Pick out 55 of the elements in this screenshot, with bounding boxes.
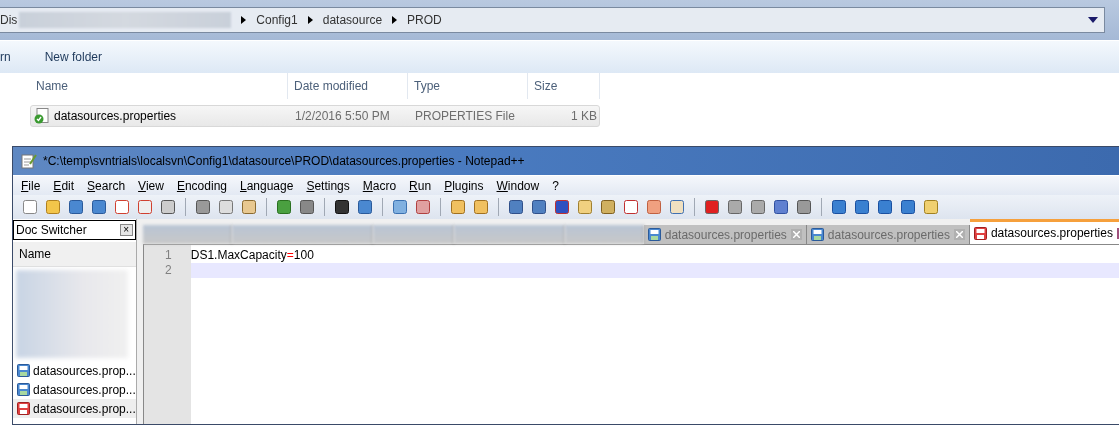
chevron-icon <box>241 16 247 24</box>
document-item[interactable]: datasources.prop... <box>13 399 136 418</box>
close-button[interactable]: × <box>119 224 133 236</box>
breadcrumb[interactable]: Config1 <box>256 13 298 27</box>
document-name: datasources.prop... <box>33 401 136 416</box>
line-number: 2 <box>143 263 191 278</box>
menu-item[interactable]: Language <box>240 178 294 193</box>
column-header[interactable]: Size <box>528 73 600 99</box>
menu-item[interactable]: File <box>21 178 41 193</box>
tab-label: datasources.properties <box>990 226 1113 240</box>
file-type: PROPERTIES File <box>414 109 516 123</box>
address-bar[interactable]: Dis Config1 datasource PROD <box>0 7 1105 33</box>
column-header[interactable]: Date modified <box>288 73 408 99</box>
menu-item[interactable]: Encoding <box>176 178 227 193</box>
menu-item[interactable]: Macro <box>362 178 397 193</box>
document-name: datasources.prop... <box>33 363 136 378</box>
breadcrumb[interactable]: PROD <box>407 13 442 27</box>
breadcrumb[interactable]: datasource <box>322 13 383 27</box>
breadcrumb[interactable]: Dis <box>0 13 18 27</box>
line-number-gutter <box>143 245 191 248</box>
file-row[interactable]: datasources.properties 1/2/2016 5:50 PM PROPERTIES File 1 KB <box>30 105 600 127</box>
tab-label: datasources.properties <box>827 227 950 242</box>
file-name: datasources.properties <box>54 109 177 123</box>
tab-label: datasources.properties <box>664 227 787 242</box>
menu-item[interactable]: ? <box>552 178 559 193</box>
column-header[interactable]: Type <box>408 73 528 99</box>
floppy-icon <box>17 383 30 396</box>
file-check-icon <box>34 108 49 124</box>
menu-item[interactable]: Edit <box>53 178 75 193</box>
notepad-icon <box>21 153 37 169</box>
floppy-icon <box>647 228 661 241</box>
panel-title: Doc Switcher <box>16 223 87 237</box>
document-name: datasources.prop... <box>33 382 136 397</box>
chevron-icon <box>307 16 313 24</box>
menu-item[interactable]: Settings <box>306 178 350 193</box>
line-number: 1 <box>143 248 191 263</box>
floppy-icon <box>17 402 30 415</box>
menu-item[interactable]: Run <box>409 178 432 193</box>
menu-item[interactable]: View <box>138 178 164 193</box>
column-header[interactable]: Name <box>30 73 288 99</box>
floppy-icon <box>973 226 987 240</box>
file-date: 1/2/2016 5:50 PM <box>294 109 391 123</box>
menu-item[interactable]: Window <box>496 178 540 193</box>
chevron-icon <box>392 16 398 24</box>
column-header[interactable]: Name <box>13 242 136 267</box>
floppy-icon <box>810 228 824 241</box>
menu-item[interactable]: Search <box>87 178 126 193</box>
document-tab[interactable]: datasources.properties <box>969 219 1119 244</box>
dropdown-caret-icon[interactable] <box>1088 17 1098 23</box>
menu-item[interactable]: Plugins <box>444 178 484 193</box>
window-title: *C:\temp\svntrials\localsvn\Config1\datasource\PROD\datasources.properties - Notepad++ <box>43 154 525 168</box>
file-size: 1 KB <box>570 109 598 123</box>
floppy-icon <box>17 364 30 377</box>
toolbar-command[interactable]: rn <box>0 50 17 64</box>
toolbar-command[interactable]: New folder <box>38 50 109 64</box>
